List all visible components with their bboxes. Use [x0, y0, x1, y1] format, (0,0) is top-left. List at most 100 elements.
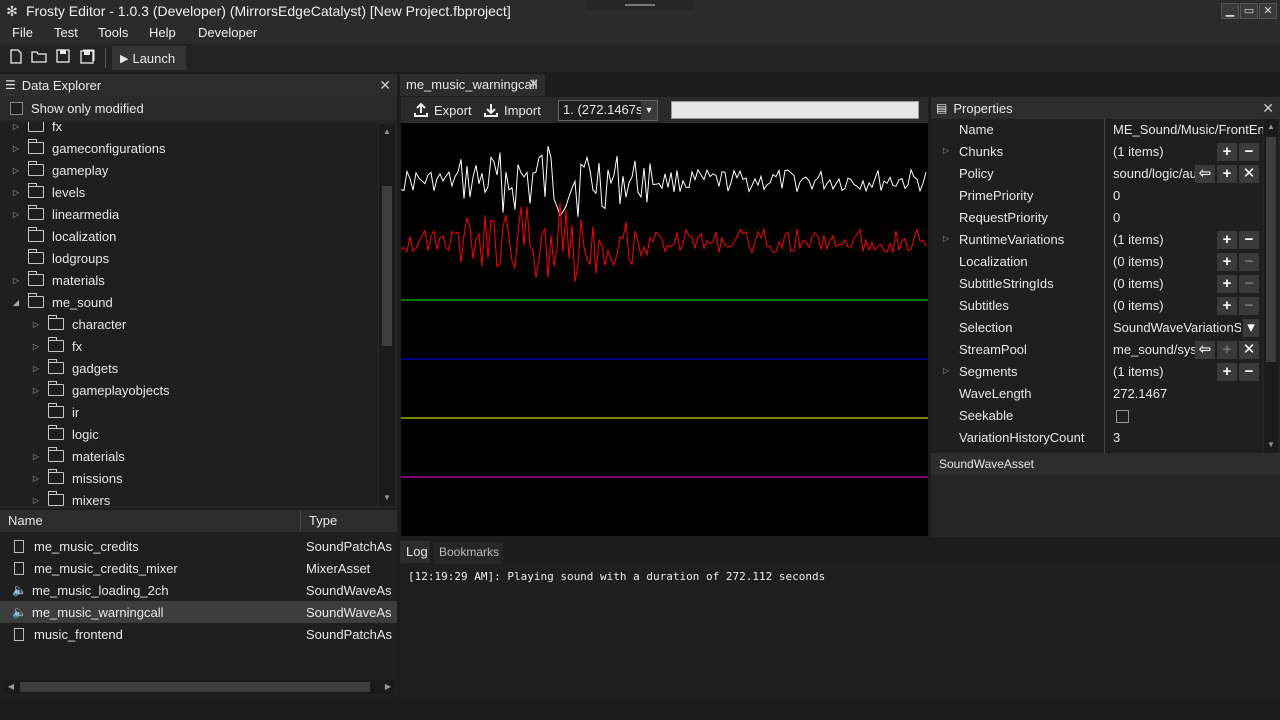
minimize-icon[interactable]: ▁ [1221, 3, 1239, 19]
chevron-right-icon[interactable]: ▷ [10, 166, 22, 175]
scroll-down-icon[interactable]: ▼ [1265, 439, 1277, 451]
property-row[interactable]: StreamPool me_sound/syst ✕ + ⇦ [933, 339, 1261, 361]
scroll-up-icon[interactable]: ▲ [381, 126, 393, 138]
scroll-left-icon[interactable]: ◀ [5, 681, 17, 693]
property-value[interactable]: 3 [1113, 430, 1263, 445]
scroll-up-icon[interactable]: ▲ [1265, 121, 1277, 133]
chevron-right-icon[interactable]: ▷ [30, 320, 42, 329]
tree-item[interactable]: ▷ gameconfigurations [10, 137, 165, 159]
tree-item[interactable]: ▷ gameplay [10, 159, 108, 181]
menu-test[interactable]: Test [54, 25, 78, 40]
close-panel-icon[interactable]: ✕ [1262, 100, 1274, 117]
property-row[interactable]: ▷ RuntimeVariations (1 items) − + [933, 229, 1261, 251]
add-icon[interactable]: + [1217, 165, 1237, 183]
clear-icon[interactable]: ✕ [1239, 341, 1259, 359]
export-button[interactable]: Export [413, 100, 472, 120]
tree-item[interactable]: ▷ character [30, 313, 126, 335]
add-icon[interactable]: + [1217, 275, 1237, 293]
add-icon[interactable]: + [1217, 143, 1237, 161]
tree-item[interactable]: ▷ mixers [30, 489, 110, 506]
import-button[interactable]: Import [483, 100, 541, 120]
clear-icon[interactable]: ✕ [1239, 165, 1259, 183]
property-value[interactable]: (1 items) [1113, 144, 1221, 159]
menu-developer[interactable]: Developer [198, 25, 257, 40]
back-arrow-icon[interactable]: ⇦ [1195, 165, 1215, 183]
property-value[interactable]: ME_Sound/Music/FrontEnd/ [1113, 122, 1263, 137]
tree-item[interactable]: logic [30, 423, 99, 445]
remove-icon[interactable]: − [1239, 363, 1259, 381]
asset-row[interactable]: me_music_credits SoundPatchAs [0, 535, 397, 557]
chevron-right-icon[interactable]: ▷ [10, 122, 22, 131]
tree-scrollbar[interactable]: ▲ ▼ [379, 124, 395, 506]
open-folder-icon[interactable] [30, 49, 48, 67]
chevron-down-icon[interactable]: ▼ [641, 101, 657, 120]
remove-icon[interactable]: − [1239, 143, 1259, 161]
add-icon[interactable]: + [1217, 231, 1237, 249]
property-row[interactable]: RequestPriority 0 [933, 207, 1261, 229]
window-drag-grip[interactable] [587, 0, 693, 10]
expand-arrow-icon[interactable]: ▷ [943, 146, 949, 155]
property-value[interactable]: (1 items) [1113, 364, 1221, 379]
remove-icon[interactable]: − [1239, 297, 1259, 315]
close-tab-icon[interactable]: ✕ [528, 76, 539, 92]
chevron-right-icon[interactable]: ▷ [10, 188, 22, 197]
chevron-right-icon[interactable]: ▷ [30, 386, 42, 395]
property-value[interactable]: 0 [1113, 188, 1263, 203]
chevron-right-icon[interactable]: ▷ [30, 364, 42, 373]
property-value[interactable]: (0 items) [1113, 254, 1221, 269]
menu-file[interactable]: File [12, 25, 33, 40]
tree-item[interactable]: ▷ materials [30, 445, 125, 467]
scroll-thumb[interactable] [1266, 137, 1276, 362]
tree-item[interactable]: ▷ materials [10, 269, 105, 291]
add-icon[interactable]: + [1217, 363, 1237, 381]
asset-row[interactable]: 🔈 me_music_loading_2ch SoundWaveAs [0, 579, 397, 601]
property-value[interactable]: me_sound/syst [1113, 342, 1197, 357]
save-icon[interactable] [54, 49, 72, 67]
expand-arrow-icon[interactable]: ▷ [943, 234, 949, 243]
close-icon[interactable]: ✕ [1259, 3, 1277, 19]
close-panel-icon[interactable]: ✕ [379, 77, 391, 94]
tree-item[interactable]: lodgroups [10, 247, 109, 269]
property-row[interactable]: WaveLength 272.1467 [933, 383, 1261, 405]
checkbox-box[interactable] [10, 101, 23, 115]
tree-item[interactable]: localization [10, 225, 116, 247]
tree-item[interactable]: ▷ linearmedia [10, 203, 119, 225]
property-value[interactable]: (0 items) [1113, 298, 1221, 313]
property-row[interactable]: ▷ Chunks (1 items) − + [933, 141, 1261, 163]
tree-item[interactable]: ▷ fx [10, 122, 62, 137]
back-arrow-icon[interactable]: ⇦ [1195, 341, 1215, 359]
tree-item[interactable]: ir [30, 401, 79, 423]
column-header-type[interactable]: Type [300, 510, 397, 532]
tree-item[interactable]: ▷ levels [10, 181, 85, 203]
asset-row[interactable]: 🔈 me_music_warningcall SoundWaveAs [0, 601, 397, 623]
scroll-thumb[interactable] [382, 186, 392, 346]
menu-tools[interactable]: Tools [98, 25, 128, 40]
add-icon[interactable]: + [1217, 253, 1237, 271]
launch-button[interactable]: ▶ Launch [112, 46, 186, 70]
property-row[interactable]: PrimePriority 0 [933, 185, 1261, 207]
tree-item[interactable]: ▷ gadgets [30, 357, 118, 379]
seekable-checkbox[interactable] [1116, 410, 1129, 423]
waveform-view[interactable] [400, 123, 928, 536]
scroll-down-icon[interactable]: ▼ [381, 492, 393, 504]
chevron-right-icon[interactable]: ▷ [10, 210, 22, 219]
chevron-down-icon[interactable]: ▾ [1243, 319, 1259, 337]
property-row[interactable]: ▷ Segments (1 items) − + [933, 361, 1261, 383]
new-file-icon[interactable] [7, 49, 25, 67]
property-value[interactable]: (0 items) [1113, 276, 1221, 291]
tab-bookmarks[interactable]: Bookmarks [433, 542, 503, 564]
playback-progress-bar[interactable] [671, 101, 919, 119]
asset-row[interactable]: music_frontend SoundPatchAs [0, 623, 397, 645]
asset-list-hscrollbar[interactable]: ◀ ▶ [4, 680, 395, 694]
tab-log[interactable]: Log [400, 541, 430, 563]
chevron-right-icon[interactable]: ▷ [10, 144, 22, 153]
remove-icon[interactable]: − [1239, 275, 1259, 293]
tree-item[interactable]: ▷ gameplayobjects [30, 379, 170, 401]
show-only-modified-checkbox[interactable]: Show only modified [0, 96, 397, 120]
add-icon[interactable]: + [1217, 341, 1237, 359]
property-row[interactable]: Seekable [933, 405, 1261, 427]
chevron-down-icon[interactable]: ◢ [10, 298, 22, 307]
chevron-right-icon[interactable]: ▷ [30, 496, 42, 505]
save-all-icon[interactable] [78, 49, 96, 67]
tree-item[interactable]: ▷ missions [30, 467, 123, 489]
